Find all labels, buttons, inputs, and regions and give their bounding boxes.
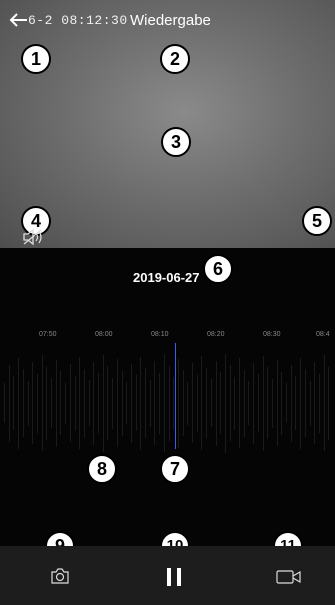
- segment-bar: [281, 371, 283, 435]
- playhead-cursor[interactable]: [175, 343, 176, 449]
- segment-bar: [32, 362, 34, 444]
- date-selector[interactable]: 2019-06-27: [0, 266, 335, 292]
- top-bar: 6-2 08:12:30 Wiedergabe: [0, 0, 335, 42]
- time-tick: 08:4: [316, 331, 330, 338]
- segment-bar: [215, 360, 217, 446]
- segment-bar: [220, 372, 222, 434]
- segment-bar: [262, 355, 264, 451]
- date-label: 2019-06-27: [133, 270, 200, 285]
- segment-bar: [234, 376, 236, 430]
- segment-bar: [276, 360, 278, 446]
- page-title: Wiedergabe: [130, 12, 211, 29]
- segment-bar: [93, 361, 95, 445]
- playback-timestamp: 6-2 08:12:30: [28, 13, 128, 28]
- time-tick: 08:20: [207, 331, 225, 338]
- segment-bar: [8, 364, 10, 442]
- segment-bar: [83, 368, 85, 438]
- segment-bar: [27, 380, 29, 426]
- segment-bar: [304, 369, 306, 437]
- segment-bar: [323, 355, 325, 451]
- annotation-badge-6: 6: [203, 254, 233, 284]
- segment-bar: [149, 379, 151, 427]
- recording-segments: [0, 353, 335, 453]
- segment-bar: [135, 375, 137, 431]
- segment-bar: [116, 359, 118, 447]
- segment-bar: [267, 367, 269, 439]
- pause-icon[interactable]: [167, 568, 181, 586]
- segment-bar: [295, 376, 297, 430]
- time-tick: 08:00: [95, 331, 113, 338]
- segment-bar: [102, 354, 104, 452]
- annotation-badge-3: 3: [161, 127, 191, 157]
- segment-bar: [46, 366, 48, 440]
- annotation-badge-8: 8: [87, 454, 117, 484]
- segment-bar: [206, 367, 208, 439]
- annotation-badge-5: 5: [302, 206, 332, 236]
- segment-bar: [159, 372, 161, 434]
- segment-bar: [224, 353, 226, 453]
- segment-bar: [210, 379, 212, 427]
- segment-bar: [271, 378, 273, 428]
- segment-bar: [201, 356, 203, 450]
- segment-bar: [79, 357, 81, 449]
- segment-bar: [145, 368, 146, 438]
- segment-bar: [140, 356, 142, 450]
- segment-bar: [314, 362, 316, 444]
- segment-bar: [182, 370, 184, 436]
- segment-bar: [257, 374, 259, 432]
- speaker-muted-icon[interactable]: [22, 228, 46, 246]
- segment-bar: [36, 373, 38, 433]
- segment-bar: [112, 377, 114, 429]
- segment-bar: [13, 376, 15, 430]
- segment-bar: [177, 358, 179, 448]
- segment-bar: [130, 363, 132, 443]
- time-ticks: 07:50 08:00 08:10 08:20 08:30 08:4: [0, 331, 335, 347]
- back-arrow-icon[interactable]: [8, 12, 28, 28]
- segment-bar: [18, 357, 20, 449]
- segment-bar: [328, 366, 330, 440]
- segment-bar: [88, 380, 90, 426]
- segment-bar: [4, 383, 5, 423]
- playback-controls: [0, 546, 335, 605]
- segment-bar: [22, 369, 24, 437]
- segment-bar: [163, 354, 165, 452]
- segment-bar: [69, 364, 71, 442]
- segment-bar: [55, 359, 57, 447]
- video-camera-icon[interactable]: [276, 569, 302, 585]
- annotation-badge-1: 1: [21, 44, 51, 74]
- time-tick: 07:50: [39, 331, 57, 338]
- segment-bar: [60, 371, 62, 435]
- segment-bar: [248, 381, 250, 425]
- segment-bar: [300, 357, 302, 449]
- time-tick: 08:10: [151, 331, 169, 338]
- camera-icon[interactable]: [51, 568, 69, 584]
- segment-bar: [98, 373, 99, 433]
- segment-bar: [51, 378, 52, 428]
- annotation-badge-7: 7: [160, 454, 190, 484]
- time-tick: 08:30: [263, 331, 281, 338]
- segment-bar: [309, 380, 311, 426]
- segment-bar: [253, 362, 255, 444]
- segment-bar: [192, 363, 193, 443]
- segment-bar: [239, 358, 240, 448]
- segment-bar: [187, 381, 189, 425]
- segment-bar: [229, 365, 231, 441]
- segment-bar: [65, 382, 67, 424]
- segment-bar: [121, 370, 123, 436]
- segment-bar: [286, 383, 287, 423]
- segment-bar: [154, 361, 156, 445]
- segment-bar: [318, 373, 320, 433]
- segment-bar: [74, 375, 76, 431]
- segment-bar: [126, 382, 128, 424]
- segment-bar: [41, 355, 43, 451]
- segment-bar: [243, 369, 245, 437]
- segment-bar: [290, 364, 292, 442]
- annotation-badge-2: 2: [160, 44, 190, 74]
- segment-bar: [168, 365, 170, 441]
- segment-bar: [196, 374, 198, 432]
- timeline-panel[interactable]: 2019-06-27 07:50 08:00 08:10 08:20 08:30…: [0, 248, 335, 546]
- segment-bar: [107, 366, 109, 440]
